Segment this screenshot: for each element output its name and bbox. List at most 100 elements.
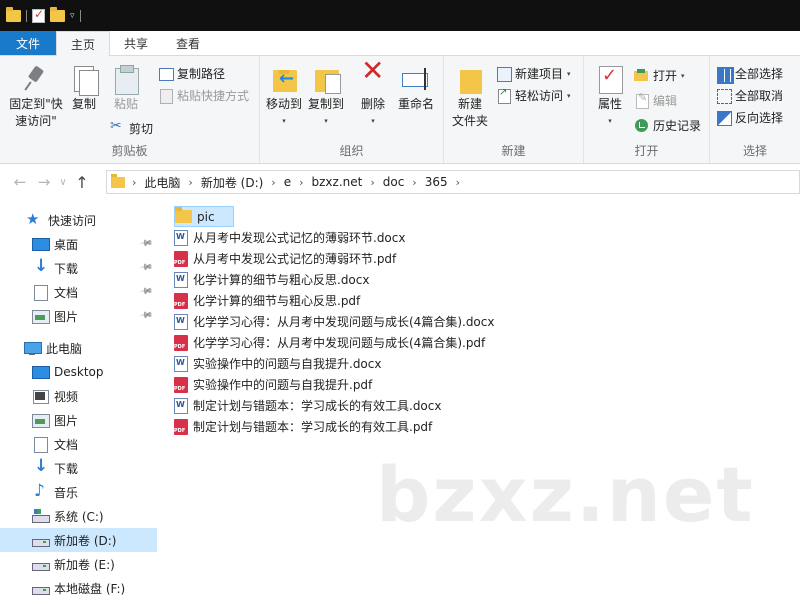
copy-path-button[interactable]: 复制路径: [158, 65, 225, 82]
sidebar-item-documents[interactable]: 文档: [0, 432, 157, 456]
sidebar-item-label: 下载: [54, 261, 79, 276]
sidebar-item-quick-downloads[interactable]: 下载 📌: [0, 256, 157, 280]
invert-selection-icon: [716, 110, 732, 126]
rename-button[interactable]: 重命名: [396, 64, 436, 113]
breadcrumb-separator[interactable]: ›: [268, 176, 278, 189]
copy-to-button[interactable]: 复制到 ▾: [306, 64, 346, 130]
copy-button[interactable]: 复制: [66, 64, 102, 113]
copy-to-label: 复制到: [307, 97, 344, 111]
list-item[interactable]: 化学计算的细节与粗心反思.pdf: [174, 290, 364, 311]
easy-access-button[interactable]: 轻松访问 ▾: [496, 87, 571, 104]
breadcrumb-item[interactable]: 新加卷 (D:): [196, 174, 268, 191]
paste-shortcut-icon: [158, 88, 173, 104]
sidebar-item-quick-pictures[interactable]: 图片 📌: [0, 304, 157, 328]
list-item[interactable]: 实验操作中的问题与自我提升.pdf: [174, 374, 376, 395]
list-item[interactable]: 化学计算的细节与粗心反思.docx: [174, 269, 373, 290]
cut-label: 剪切: [129, 122, 154, 136]
history-button[interactable]: 历史记录: [634, 117, 701, 134]
paste-button[interactable]: 粘贴: [108, 64, 144, 113]
sidebar-item-label: 新加卷 (D:): [54, 533, 117, 548]
list-item[interactable]: 制定计划与错题本：学习成长的有效工具.docx: [174, 395, 445, 416]
list-item[interactable]: 从月考中发现公式记忆的薄弱环节.docx: [174, 227, 409, 248]
cut-button[interactable]: 剪切: [110, 118, 154, 137]
open-button[interactable]: 打开 ▾: [634, 67, 685, 84]
organize-group: 移动到 ▾ 复制到 ▾ 删除 ▾ 重命名 组织: [260, 56, 444, 163]
breadcrumb-item[interactable]: doc: [378, 175, 410, 189]
ribbon-tabs: 文件 主页 共享 查看: [0, 31, 800, 56]
customize-quick-access-icon[interactable]: ▿: [70, 11, 75, 21]
sidebar-item-this-pc[interactable]: 此电脑: [0, 336, 157, 360]
sidebar-item-drive-c[interactable]: 系统 (C:): [0, 504, 157, 528]
tab-file[interactable]: 文件: [0, 31, 56, 55]
pictures-icon: [32, 413, 50, 428]
breadcrumb-separator[interactable]: ›: [453, 176, 463, 189]
list-item[interactable]: 制定计划与错题本：学习成长的有效工具.pdf: [174, 416, 436, 437]
sidebar-item-music[interactable]: 音乐: [0, 480, 157, 504]
sidebar-item-label: 图片: [54, 413, 79, 428]
tab-share[interactable]: 共享: [110, 31, 162, 55]
new-item-icon: [496, 66, 512, 82]
sidebar-item-quick-desktop[interactable]: 桌面 📌: [0, 232, 157, 256]
move-to-button[interactable]: 移动到 ▾: [264, 64, 304, 130]
breadcrumb-separator[interactable]: ›: [409, 176, 419, 189]
list-item[interactable]: 化学学习心得：从月考中发现问题与成长(4篇合集).pdf: [174, 332, 489, 353]
invert-selection-label: 反向选择: [735, 111, 784, 125]
file-name: 从月考中发现公式记忆的薄弱环节.pdf: [193, 252, 397, 266]
properties-button[interactable]: 属性 ▾: [592, 64, 628, 130]
address-bar[interactable]: › 此电脑 › 新加卷 (D:) › e › bzxz.net › doc › …: [106, 170, 800, 194]
new-folder-button[interactable]: 新建 文件夹: [450, 64, 490, 130]
sidebar-item-label: 下载: [54, 461, 79, 476]
sidebar-item-quick-documents[interactable]: 文档 📌: [0, 280, 157, 304]
recent-locations-icon[interactable]: ∨: [56, 177, 70, 188]
pin-to-quick-access-button[interactable]: 固定到"快 速访问": [6, 64, 66, 130]
select-all-icon: [716, 66, 734, 84]
breadcrumb-separator[interactable]: ›: [185, 176, 195, 189]
breadcrumb-separator[interactable]: ›: [367, 176, 377, 189]
file-name: 实验操作中的问题与自我提升.pdf: [193, 378, 373, 392]
sidebar-item-label: 系统 (C:): [54, 509, 104, 524]
delete-button[interactable]: 删除 ▾: [358, 62, 388, 130]
new-item-button[interactable]: 新建项目 ▾: [496, 65, 571, 82]
sidebar-item-quick-access[interactable]: 快速访问: [0, 208, 157, 232]
sidebar-item-drive-d[interactable]: 新加卷 (D:): [0, 528, 157, 552]
new-group: 新建 文件夹 新建项目 ▾ 轻松访问 ▾ 新建: [444, 56, 584, 163]
up-arrow-icon[interactable]: ↑: [70, 173, 94, 192]
breadcrumb-item[interactable]: e: [279, 175, 296, 189]
chevron-down-icon: ▾: [567, 91, 571, 100]
list-item[interactable]: pic: [174, 206, 234, 227]
invert-selection-button[interactable]: 反向选择: [716, 109, 783, 126]
list-item[interactable]: 实验操作中的问题与自我提升.docx: [174, 353, 385, 374]
history-label: 历史记录: [653, 119, 702, 133]
sidebar-item-label: 视频: [54, 389, 79, 404]
sidebar-item-pictures[interactable]: 图片: [0, 408, 157, 432]
edit-label: 编辑: [653, 94, 678, 108]
edit-button[interactable]: 编辑: [634, 91, 678, 109]
organize-group-label: 组织: [339, 144, 364, 158]
forward-arrow-icon[interactable]: →: [32, 173, 56, 191]
sidebar-item-downloads[interactable]: 下载: [0, 456, 157, 480]
breadcrumb-item[interactable]: bzxz.net: [307, 175, 368, 189]
breadcrumb-separator[interactable]: ›: [296, 176, 306, 189]
sidebar-item-drive-e[interactable]: 新加卷 (E:): [0, 552, 157, 576]
pdf-icon: [174, 376, 188, 393]
select-all-button[interactable]: 全部选择: [716, 65, 783, 84]
breadcrumb-item[interactable]: 此电脑: [139, 174, 185, 191]
list-item[interactable]: 化学学习心得：从月考中发现问题与成长(4篇合集).docx: [174, 311, 498, 332]
word-document-icon: [174, 271, 188, 288]
file-name: 制定计划与错题本：学习成长的有效工具.pdf: [193, 420, 433, 434]
breadcrumb-item[interactable]: 365: [420, 175, 453, 189]
sidebar-item-videos[interactable]: 视频: [0, 384, 157, 408]
back-arrow-icon[interactable]: ←: [8, 173, 32, 191]
file-name: 化学学习心得：从月考中发现问题与成长(4篇合集).pdf: [193, 336, 486, 350]
select-none-button[interactable]: 全部取消: [716, 87, 783, 104]
properties-quick-icon[interactable]: [32, 7, 45, 23]
tab-home[interactable]: 主页: [56, 31, 111, 56]
new-folder-quick-icon[interactable]: [50, 6, 65, 22]
paste-icon: [111, 64, 141, 95]
breadcrumb-separator[interactable]: ›: [129, 176, 139, 189]
list-item[interactable]: 从月考中发现公式记忆的薄弱环节.pdf: [174, 248, 400, 269]
paste-shortcut-button[interactable]: 粘贴快捷方式: [158, 87, 249, 104]
sidebar-item-drive-f[interactable]: 本地磁盘 (F:): [0, 576, 157, 600]
tab-view[interactable]: 查看: [162, 31, 214, 55]
sidebar-item-desktop[interactable]: Desktop: [0, 360, 157, 384]
